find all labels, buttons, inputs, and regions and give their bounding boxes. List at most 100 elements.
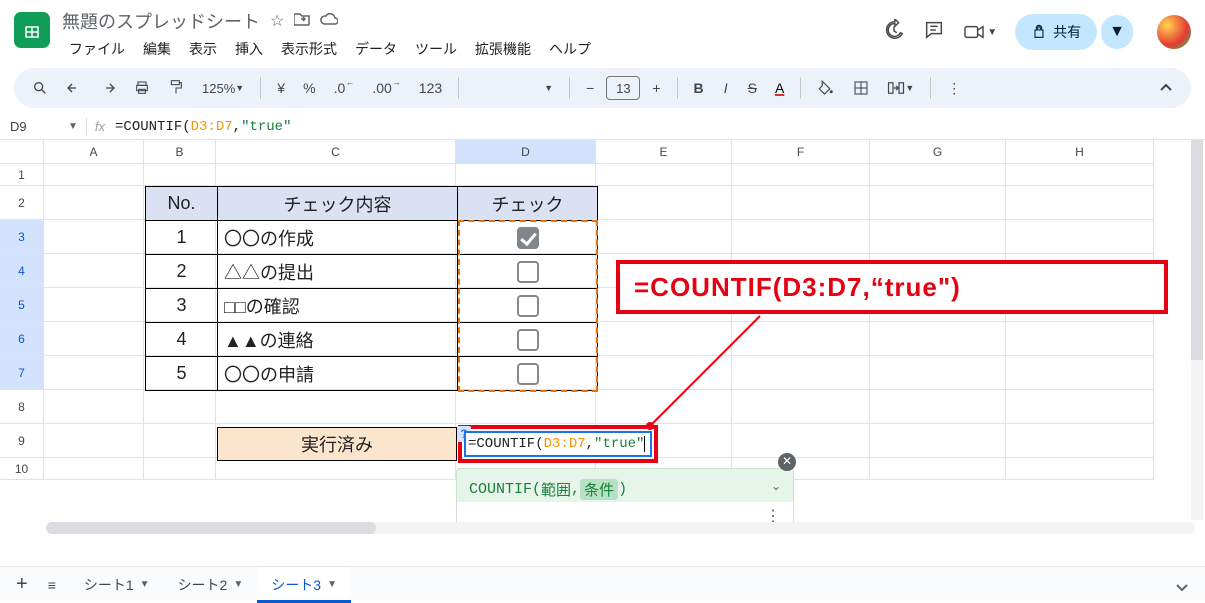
- sheet-tab-シート1[interactable]: シート1 ▼: [70, 567, 164, 603]
- col-head-H[interactable]: H: [1006, 140, 1154, 164]
- table-row-no: 5: [146, 357, 218, 391]
- all-sheets-button[interactable]: ≡: [42, 571, 62, 599]
- row-head-3[interactable]: 3: [0, 220, 44, 254]
- menu-tools[interactable]: ツール: [408, 36, 464, 62]
- print-icon[interactable]: [128, 76, 156, 100]
- bold-button[interactable]: B: [688, 76, 710, 100]
- increase-decimal[interactable]: .00→: [366, 76, 406, 100]
- col-head-E[interactable]: E: [596, 140, 732, 164]
- menu-bar: ファイル 編集 表示 挿入 表示形式 データ ツール 拡張機能 ヘルプ: [62, 36, 883, 62]
- strike-button[interactable]: S: [742, 76, 763, 100]
- comment-icon[interactable]: [923, 19, 945, 46]
- table-row-checkbox[interactable]: [458, 323, 598, 357]
- tooltip-close-icon[interactable]: ✕: [778, 453, 796, 471]
- row-head-6[interactable]: 6: [0, 322, 44, 356]
- formula-comma: ,: [233, 119, 241, 135]
- name-box[interactable]: D9: [6, 117, 60, 136]
- table-row-checkbox[interactable]: [458, 357, 598, 391]
- menu-help[interactable]: ヘルプ: [542, 36, 598, 62]
- menu-extensions[interactable]: 拡張機能: [468, 36, 538, 62]
- search-icon[interactable]: [26, 76, 54, 100]
- tooltip-arg2: 条件: [580, 479, 618, 500]
- name-box-caret[interactable]: ▼: [60, 121, 86, 132]
- zoom-select[interactable]: 125% ▼: [196, 77, 250, 100]
- zoom-value: 125%: [202, 81, 235, 96]
- menu-data[interactable]: データ: [348, 36, 404, 62]
- th-content: チェック内容: [218, 187, 458, 221]
- move-icon[interactable]: [294, 12, 310, 31]
- header: 無題のスプレッドシート ☆ ファイル 編集 表示 挿入 表示形式 データ ツール…: [0, 0, 1205, 62]
- meet-icon[interactable]: ▼: [963, 23, 997, 41]
- share-caret[interactable]: ▼: [1101, 15, 1133, 49]
- sheet-tab-シート3[interactable]: シート3 ▼: [257, 567, 351, 603]
- formula-prefix: =COUNTIF(: [115, 119, 191, 135]
- decrease-decimal[interactable]: .0←: [328, 76, 361, 100]
- row-head-5[interactable]: 5: [0, 288, 44, 322]
- table-row-checkbox[interactable]: [458, 289, 598, 323]
- table-row-no: 1: [146, 221, 218, 255]
- table-row-no: 3: [146, 289, 218, 323]
- merge-button[interactable]: ▼: [881, 77, 920, 99]
- doc-title[interactable]: 無題のスプレッドシート: [62, 8, 260, 34]
- row-head-8[interactable]: 8: [0, 390, 44, 424]
- menu-view[interactable]: 表示: [182, 36, 224, 62]
- menu-format[interactable]: 表示形式: [274, 36, 344, 62]
- fontsize-plus[interactable]: +: [646, 76, 666, 100]
- table-row-content: 〇〇の申請: [218, 357, 458, 391]
- table-row-checkbox[interactable]: [458, 255, 598, 289]
- row-head-9[interactable]: 9: [0, 424, 44, 458]
- more-toolbar-icon[interactable]: ⋮: [941, 76, 967, 101]
- edit-string: "true": [594, 436, 644, 452]
- col-head-C[interactable]: C: [216, 140, 456, 164]
- vertical-scrollbar[interactable]: [1191, 140, 1203, 520]
- star-icon[interactable]: ☆: [270, 11, 284, 31]
- italic-button[interactable]: I: [716, 76, 736, 100]
- toolbar: 125% ▼ ¥ % .0← .00→ 123 ▼ − 13 + B I S A…: [14, 68, 1191, 108]
- col-head-F[interactable]: F: [732, 140, 870, 164]
- table-row-content: ▲▲の連絡: [218, 323, 458, 357]
- menu-edit[interactable]: 編集: [136, 36, 178, 62]
- collapse-toolbar-icon[interactable]: [1153, 79, 1179, 97]
- done-label-cell: 実行済み: [217, 427, 457, 461]
- tooltip-collapse-icon[interactable]: ⌄: [771, 479, 781, 494]
- sheets-logo[interactable]: [14, 12, 50, 48]
- table-row-content: △△の提出: [218, 255, 458, 289]
- history-icon[interactable]: [883, 19, 905, 46]
- borders-button[interactable]: [847, 76, 875, 100]
- annotation-box: =COUNTIF(D3:D7,“true"): [616, 260, 1168, 314]
- number-format[interactable]: 123: [413, 76, 448, 100]
- menu-insert[interactable]: 挿入: [228, 36, 270, 62]
- col-head-D[interactable]: D: [456, 140, 596, 164]
- row-head-10[interactable]: 10: [0, 458, 44, 480]
- avatar[interactable]: [1157, 15, 1191, 49]
- horizontal-scrollbar[interactable]: [46, 522, 1195, 534]
- row-head-1[interactable]: 1: [0, 164, 44, 186]
- paint-format-icon[interactable]: [162, 75, 190, 101]
- editing-cell-d9[interactable]: ? =COUNTIF(D3:D7,"true": [458, 425, 658, 463]
- table-row-checkbox[interactable]: [458, 221, 598, 255]
- fontsize-minus[interactable]: −: [580, 76, 600, 100]
- col-head-A[interactable]: A: [44, 140, 144, 164]
- fx-icon[interactable]: fx: [95, 119, 105, 134]
- row-head-7[interactable]: 7: [0, 356, 44, 390]
- explore-icon[interactable]: [1175, 580, 1189, 596]
- redo-icon[interactable]: [94, 77, 122, 99]
- add-sheet-button[interactable]: +: [10, 567, 34, 602]
- text-color-button[interactable]: A: [769, 76, 790, 100]
- grid-area[interactable]: ABCDEFGH 12345678910 No. チェック内容 チェック 1 〇…: [0, 140, 1205, 570]
- col-head-B[interactable]: B: [144, 140, 216, 164]
- undo-icon[interactable]: [60, 77, 88, 99]
- formula-input[interactable]: =COUNTIF(D3:D7,"true": [115, 119, 291, 135]
- currency-button[interactable]: ¥: [271, 76, 291, 100]
- row-head-2[interactable]: 2: [0, 186, 44, 220]
- percent-button[interactable]: %: [297, 76, 321, 100]
- share-button[interactable]: 共有: [1015, 14, 1097, 50]
- font-select[interactable]: ▼: [469, 79, 559, 97]
- fill-color-button[interactable]: [811, 75, 841, 101]
- col-head-G[interactable]: G: [870, 140, 1006, 164]
- font-size-input[interactable]: 13: [606, 76, 640, 100]
- row-head-4[interactable]: 4: [0, 254, 44, 288]
- sheet-tab-シート2[interactable]: シート2 ▼: [164, 567, 258, 603]
- menu-file[interactable]: ファイル: [62, 36, 132, 62]
- cloud-icon[interactable]: [320, 12, 338, 31]
